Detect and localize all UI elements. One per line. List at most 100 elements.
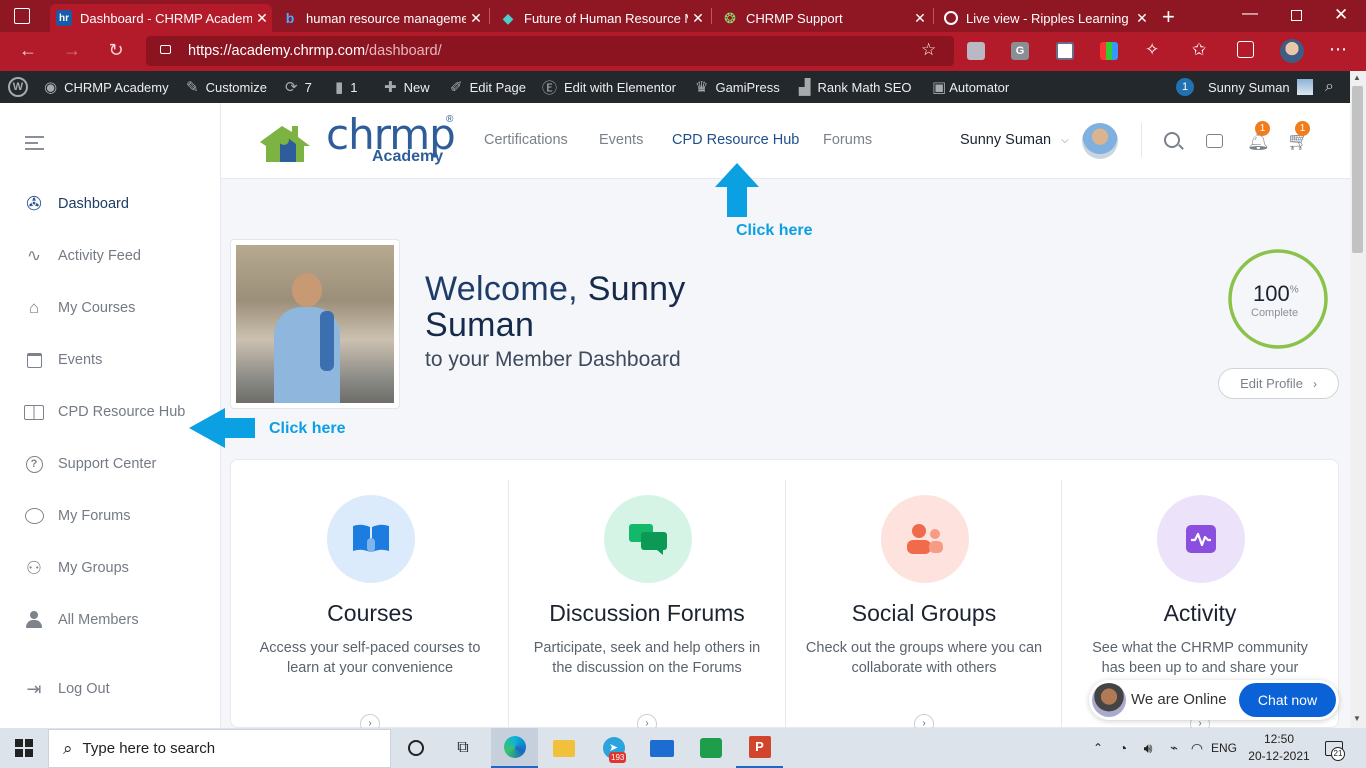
menu-toggle-icon[interactable] — [25, 136, 44, 150]
nav-forums[interactable]: Forums — [823, 132, 872, 148]
taskbar-search-box[interactable]: ⌕ Type here to search — [48, 729, 391, 768]
nav-events[interactable]: Events — [599, 132, 643, 148]
cart-badge: 1 — [1295, 121, 1310, 136]
progress-number: 100 — [1253, 281, 1290, 306]
scroll-down-icon[interactable]: ▼ — [1353, 714, 1361, 723]
profile-photo[interactable] — [230, 239, 400, 409]
header-user-menu[interactable]: Sunny Suman ⌵ — [960, 132, 1069, 148]
restore-icon[interactable] — [1291, 10, 1302, 21]
chat-icon — [22, 504, 46, 528]
wordpress-logo-icon[interactable]: W — [8, 71, 28, 103]
card-discussion-forums[interactable]: Discussion Forums Participate, seek and … — [509, 480, 785, 734]
close-tab-icon[interactable]: ✕ — [252, 10, 272, 27]
wp-rank-math[interactable]: ▟ Rank Math SEO — [799, 71, 911, 103]
scrollbar-thumb[interactable] — [1352, 86, 1363, 253]
new-tab-icon[interactable]: + — [1162, 4, 1175, 30]
nav-certifications[interactable]: Certifications — [484, 132, 568, 148]
wp-edit-page[interactable]: ✐ Edit Page — [450, 71, 526, 103]
profile-avatar[interactable] — [1280, 39, 1304, 63]
wp-notifications[interactable]: 1 — [1176, 71, 1194, 103]
language-indicator[interactable]: ENG — [1210, 728, 1238, 768]
wp-new[interactable]: ✚ New — [384, 71, 430, 103]
grammarly-ext-icon[interactable]: G — [1011, 42, 1029, 60]
close-tab-icon[interactable]: ✕ — [1132, 10, 1152, 27]
wp-updates[interactable]: ⟳ 7 — [285, 71, 312, 103]
scroll-up-icon[interactable]: ▲ — [1353, 73, 1361, 82]
logo-registered: ® — [446, 114, 454, 125]
sidebar-item-support-center[interactable]: ? Support Center — [22, 452, 156, 476]
tab-bing[interactable]: b human resource managemen ✕ — [276, 4, 486, 32]
taskbar-clock[interactable]: 12:50 20-12-2021 — [1244, 731, 1314, 765]
sidebar-item-my-groups[interactable]: ⚇ My Groups — [22, 556, 129, 580]
click-here-top-label: Click here — [736, 222, 813, 239]
back-icon[interactable]: ← — [16, 40, 40, 61]
wp-automator[interactable]: ▣ Automator — [932, 71, 1009, 103]
extensions-puzzle-icon[interactable]: ✧ — [1145, 40, 1159, 60]
tab-future-hr[interactable]: ◆ Future of Human Resource M ✕ — [494, 4, 708, 32]
progress-label: Complete — [1251, 307, 1299, 319]
close-tab-icon[interactable]: ✕ — [688, 10, 708, 27]
close-tab-icon[interactable]: ✕ — [910, 10, 930, 27]
sidebar-item-label: Events — [58, 352, 103, 368]
card-courses[interactable]: Courses Access your self-paced courses t… — [232, 480, 508, 734]
tab-actions-icon[interactable] — [14, 8, 30, 24]
wp-site-name[interactable]: ◉ CHRMP Academy — [44, 71, 169, 103]
sidebar-item-my-courses[interactable]: ⌂ My Courses — [22, 296, 136, 320]
inbox-icon[interactable] — [1206, 134, 1223, 148]
favorite-add-icon[interactable]: ☆ — [921, 40, 936, 60]
color-ext-icon[interactable] — [1100, 42, 1118, 60]
sidebar-item-my-forums[interactable]: My Forums — [22, 504, 131, 528]
url-input[interactable]: https://academy.chrmp.com/dashboard/ — [146, 36, 954, 66]
taskbar-hangouts-icon[interactable] — [687, 728, 734, 768]
close-tab-icon[interactable]: ✕ — [466, 10, 486, 27]
edit-profile-button[interactable]: Edit Profile › — [1218, 368, 1339, 399]
browser-menu-icon[interactable]: ⋯ — [1329, 39, 1347, 60]
collections-icon[interactable] — [1237, 41, 1254, 58]
chat-now-button[interactable]: Chat now — [1239, 683, 1336, 717]
sidebar-item-activity-feed[interactable]: ∿ Activity Feed — [22, 244, 141, 268]
wifi-icon[interactable]: ◠ — [1187, 728, 1207, 768]
refresh-icon[interactable]: ↻ — [104, 40, 128, 61]
taskbar-powerpoint-icon[interactable]: P — [736, 728, 783, 768]
tab-chrmp-support[interactable]: ❂ CHRMP Support ✕ — [716, 4, 930, 32]
profile-photo-image — [236, 245, 394, 403]
header-divider — [1141, 123, 1142, 157]
task-view-icon[interactable]: ⧉ — [450, 728, 476, 768]
header-avatar[interactable] — [1082, 123, 1118, 159]
collections-ext-icon[interactable] — [967, 42, 985, 60]
close-window-icon[interactable]: ✕ — [1334, 5, 1348, 25]
tab-ripples[interactable]: Live view - Ripples Learning ✕ — [938, 4, 1152, 32]
usb-icon[interactable]: ⌁ — [1164, 728, 1184, 768]
wp-customize[interactable]: ✎ Customize — [186, 71, 267, 103]
nav-cpd-resource-hub[interactable]: CPD Resource Hub — [672, 132, 799, 148]
sidebar-item-dashboard[interactable]: ✇ Dashboard — [22, 192, 129, 216]
chrmp-logo[interactable]: chrmp ® Academy — [258, 110, 458, 170]
wp-edit-elementor[interactable]: Ⓔ Edit with Elementor — [542, 71, 676, 103]
lock-icon[interactable] — [160, 45, 171, 54]
minimize-icon[interactable]: — — [1242, 5, 1258, 23]
sidebar-item-all-members[interactable]: All Members — [22, 608, 139, 632]
favorites-icon[interactable]: ✩ — [1192, 40, 1206, 60]
tab-dashboard[interactable]: hr Dashboard - CHRMP Academ ✕ — [50, 4, 272, 32]
windows-start-icon[interactable] — [12, 728, 36, 768]
sidebar-item-cpd-resource-hub[interactable]: CPD Resource Hub — [22, 400, 185, 424]
screenshot-ext-icon[interactable] — [1056, 42, 1074, 60]
taskbar-edge-icon[interactable] — [491, 728, 538, 768]
volume-icon[interactable]: 🔊︎ — [1138, 728, 1158, 768]
taskbar-mail-icon[interactable] — [638, 728, 685, 768]
updates-icon: ⟳ — [285, 79, 298, 96]
wp-search-icon[interactable]: ⌕ — [1325, 71, 1334, 103]
tray-network-icon[interactable]: ◔ — [1113, 728, 1133, 768]
taskbar-explorer-icon[interactable] — [540, 728, 587, 768]
chat-bubbles-icon — [604, 495, 692, 583]
cortana-icon[interactable] — [404, 728, 428, 768]
wp-comments[interactable]: ▮ 1 — [335, 71, 358, 103]
tray-overflow-icon[interactable]: ⌃ — [1090, 728, 1106, 768]
sidebar-item-events[interactable]: Events — [22, 348, 102, 372]
wp-user-account[interactable]: Sunny Suman — [1208, 71, 1313, 103]
notification-count-badge: 1 — [1176, 78, 1194, 96]
card-social-groups[interactable]: Social Groups Check out the groups where… — [786, 480, 1062, 734]
wp-gamipress[interactable]: ♛ GamiPress — [695, 71, 780, 103]
forward-icon[interactable]: → — [60, 40, 84, 61]
logout-link[interactable]: ⇥ Log Out — [22, 677, 109, 701]
